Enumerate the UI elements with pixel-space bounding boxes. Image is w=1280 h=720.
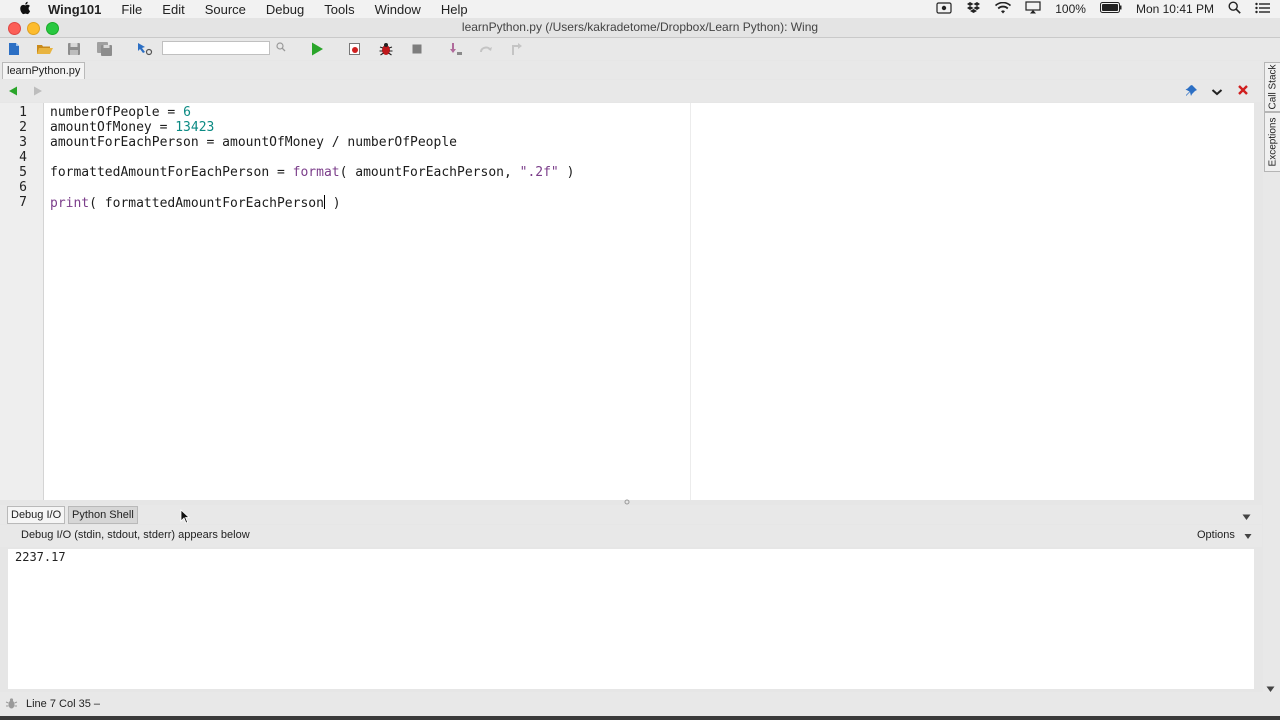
- apple-menu-icon[interactable]: [16, 1, 34, 18]
- airplay-icon[interactable]: [1025, 1, 1041, 17]
- options-dropdown-icon[interactable]: [1244, 531, 1252, 543]
- app-menu[interactable]: Wing101: [48, 2, 101, 17]
- tab-call-stack[interactable]: Call Stack: [1264, 62, 1280, 112]
- battery-icon[interactable]: [1099, 2, 1122, 16]
- status-bar: Line 7 Col 35 –: [0, 692, 1280, 716]
- line-number: 1: [19, 105, 27, 120]
- window-minimize-button[interactable]: [27, 22, 40, 35]
- debug-io-header: Debug I/O (stdin, stdout, stderr) appear…: [0, 525, 1262, 547]
- string-literal: ".2f": [519, 165, 559, 180]
- window-title: learnPython.py (/Users/kakradetome/Dropb…: [461, 20, 819, 34]
- number-literal: 6: [183, 105, 191, 120]
- line-number: 5: [19, 165, 27, 180]
- edge-guide-line: [690, 103, 691, 500]
- step-out-icon[interactable]: [508, 41, 524, 57]
- window-zoom-button[interactable]: [46, 22, 59, 35]
- editor-tab-learnpython[interactable]: learnPython.py: [2, 62, 86, 79]
- window-close-button[interactable]: [8, 22, 21, 35]
- menu-source[interactable]: Source: [205, 2, 246, 17]
- clock[interactable]: Mon 10:41 PM: [1136, 2, 1214, 16]
- menu-window[interactable]: Window: [375, 2, 421, 17]
- tab-exceptions-label: Exceptions: [1267, 117, 1278, 167]
- code-editor[interactable]: [44, 103, 1254, 500]
- line-number: 7: [19, 195, 27, 210]
- line-number-gutter: 1 2 3 4 5 6 7: [0, 103, 44, 500]
- options-chevron-down-icon[interactable]: [1211, 85, 1223, 100]
- code-line[interactable]: print( formattedAmountForEachPerson ): [50, 195, 341, 211]
- open-file-icon[interactable]: [36, 41, 53, 57]
- notification-center-icon[interactable]: [1255, 2, 1270, 17]
- pin-icon[interactable]: [1185, 84, 1198, 100]
- step-over-icon[interactable]: [478, 41, 494, 57]
- tab-debug-io[interactable]: Debug I/O: [7, 506, 66, 524]
- menu-bar: Wing101 File Edit Source Debug Tools Win…: [0, 0, 1280, 19]
- editor-nav-row: [0, 80, 1262, 102]
- side-tool-tabs: Call Stack Exceptions: [1263, 62, 1280, 700]
- window-bottom-edge: [0, 716, 1280, 720]
- editor-tab-strip: learnPython.py: [0, 61, 1262, 79]
- step-into-icon[interactable]: [448, 41, 464, 57]
- menu-edit[interactable]: Edit: [162, 2, 184, 17]
- find-symbol-icon[interactable]: [136, 41, 153, 57]
- menu-debug[interactable]: Debug: [266, 2, 304, 17]
- text-caret: [323, 195, 325, 209]
- debug-bug-icon[interactable]: [378, 41, 394, 57]
- back-arrow-icon[interactable]: [7, 85, 19, 100]
- tab-call-stack-label: Call Stack: [1267, 64, 1278, 110]
- toolbar-search-input[interactable]: [162, 41, 270, 55]
- builtin-function: format: [292, 165, 340, 180]
- code-line[interactable]: numberOfPeople = 6: [50, 105, 191, 120]
- window-title-bar[interactable]: learnPython.py (/Users/kakradetome/Dropb…: [0, 18, 1280, 38]
- screen-record-icon[interactable]: [936, 1, 952, 17]
- spotlight-search-icon[interactable]: [1228, 1, 1241, 17]
- code-line[interactable]: formattedAmountForEachPerson = format( a…: [50, 165, 574, 180]
- options-button[interactable]: Options: [1197, 529, 1235, 541]
- save-all-icon[interactable]: [96, 41, 112, 57]
- wifi-icon[interactable]: [995, 1, 1012, 17]
- menu-file[interactable]: File: [121, 2, 142, 17]
- mouse-pointer-icon: [180, 509, 191, 527]
- code-line[interactable]: amountForEachPerson = amountOfMoney / nu…: [50, 135, 457, 150]
- program-output: 2237.17: [15, 550, 66, 564]
- line-number: 3: [19, 135, 27, 150]
- debug-status-bug-icon[interactable]: [5, 697, 18, 713]
- line-number: 2: [19, 120, 27, 135]
- debug-to-breakpoint-icon[interactable]: [347, 41, 363, 57]
- panel-menu-chevron-icon[interactable]: [1242, 509, 1251, 524]
- debug-io-description: Debug I/O (stdin, stdout, stderr) appear…: [21, 529, 250, 541]
- menu-tools[interactable]: Tools: [324, 2, 354, 17]
- new-file-icon[interactable]: [6, 41, 22, 57]
- debug-io-output[interactable]: 2237.17: [8, 549, 1254, 689]
- line-number: 4: [19, 150, 27, 165]
- search-icon[interactable]: [276, 42, 286, 55]
- number-literal: 13423: [175, 120, 215, 135]
- forward-arrow-icon[interactable]: [32, 85, 44, 100]
- menu-help[interactable]: Help: [441, 2, 468, 17]
- tab-python-shell[interactable]: Python Shell: [68, 506, 138, 524]
- dropbox-icon[interactable]: [966, 1, 981, 17]
- save-icon[interactable]: [66, 41, 82, 57]
- code-line[interactable]: amountOfMoney = 13423: [50, 120, 214, 135]
- line-number: 6: [19, 180, 27, 195]
- tab-exceptions[interactable]: Exceptions: [1264, 112, 1280, 172]
- run-icon[interactable]: [309, 41, 325, 57]
- cursor-position: Line 7 Col 35 –: [26, 698, 100, 710]
- battery-percent: 100%: [1055, 2, 1086, 16]
- stop-icon[interactable]: [409, 41, 425, 57]
- close-editor-icon[interactable]: [1237, 84, 1249, 99]
- builtin-function: print: [50, 196, 90, 211]
